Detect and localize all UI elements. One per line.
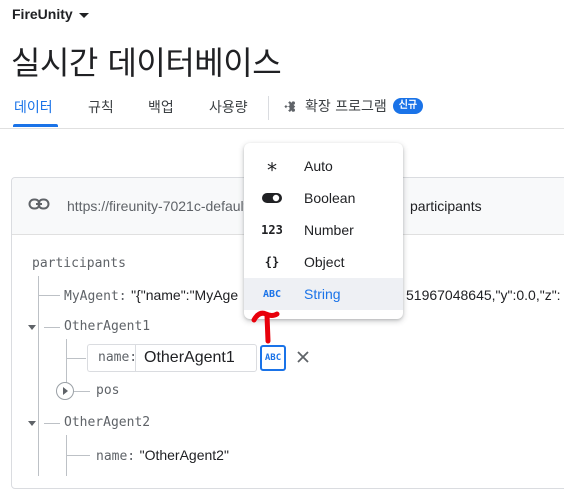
tab-extensions[interactable]: 확장 프로그램 신규 — [283, 96, 424, 116]
edit-key-label: name: — [87, 344, 137, 372]
database-path: participants — [410, 198, 482, 214]
annotation-arrow — [251, 310, 280, 344]
extension-puzzle-icon — [284, 101, 296, 112]
menu-item-label: Object — [304, 254, 345, 270]
menu-item-label: Number — [304, 222, 354, 238]
asterisk-icon: ∗ — [265, 154, 279, 178]
tree-connector — [66, 455, 90, 456]
database-url[interactable]: https://fireunity-7021c-default-rtdb.fir… — [67, 198, 247, 214]
braces-icon: {} — [264, 255, 280, 269]
tab-data[interactable]: 데이터 — [14, 97, 53, 117]
tree-connector — [44, 327, 60, 328]
tree-connector — [38, 276, 39, 476]
tree-connector — [38, 295, 60, 296]
tree-value: "{"name":"MyAge — [131, 287, 239, 303]
tree-value-continued: 51967048645,"y":0.0,"z": — [406, 287, 561, 303]
tree-value: "OtherAgent2" — [139, 447, 229, 463]
close-icon[interactable] — [294, 348, 312, 366]
value-type-menu: ∗ Auto Boolean 123 Number {} Object ABC … — [244, 143, 403, 319]
chevron-down-icon — [78, 12, 89, 18]
menu-item-number[interactable]: 123 Number — [244, 214, 403, 246]
tree-row-myagent[interactable]: MyAgent: "{"name":"MyAge — [64, 287, 238, 305]
tab-backups[interactable]: 백업 — [148, 97, 174, 117]
collapse-arrow-icon[interactable] — [28, 421, 36, 426]
tab-usage[interactable]: 사용량 — [209, 97, 248, 117]
collapse-arrow-icon[interactable] — [28, 325, 36, 330]
tree-connector — [74, 391, 90, 392]
menu-item-boolean[interactable]: Boolean — [244, 182, 403, 214]
tree-row-otheragent2-name[interactable]: name: "OtherAgent2" — [96, 447, 229, 465]
tree-key-otheragent1[interactable]: OtherAgent1 — [64, 319, 150, 334]
tree-connector — [66, 358, 86, 359]
menu-item-label: String — [304, 286, 341, 302]
edit-value-input[interactable] — [135, 344, 257, 372]
tree-key: name: — [96, 449, 136, 464]
tab-extensions-label: 확장 프로그램 — [305, 99, 387, 115]
tab-divider — [268, 96, 269, 120]
tab-rules[interactable]: 규칙 — [88, 97, 114, 117]
project-name: FireUnity — [12, 6, 73, 22]
toggle-icon — [262, 189, 282, 207]
tab-bar: 데이터 규칙 백업 사용량 확장 프로그램 신규 — [0, 88, 564, 129]
value-type-button[interactable]: ABC — [260, 345, 286, 371]
project-switcher[interactable]: FireUnity — [12, 5, 89, 23]
tree-connector — [44, 423, 60, 424]
expand-arrow-icon[interactable] — [56, 382, 74, 400]
menu-item-object[interactable]: {} Object — [244, 246, 403, 278]
link-icon[interactable] — [28, 197, 50, 211]
new-badge: 신규 — [392, 98, 424, 114]
tree-key: MyAgent: — [64, 289, 127, 304]
tree-root-key[interactable]: participants — [32, 256, 126, 271]
menu-item-label: Boolean — [304, 190, 356, 206]
tree-key-pos[interactable]: pos — [96, 383, 119, 398]
menu-item-label: Auto — [304, 158, 333, 174]
tree-key-otheragent2[interactable]: OtherAgent2 — [64, 415, 150, 430]
menu-item-auto[interactable]: ∗ Auto — [244, 150, 403, 182]
abc-icon: ABC — [262, 288, 282, 300]
active-tab-indicator — [13, 124, 58, 127]
page-title: 실시간 데이터베이스 — [11, 44, 282, 82]
menu-item-string[interactable]: ABC String — [244, 278, 403, 310]
number-icon: 123 — [261, 223, 283, 237]
